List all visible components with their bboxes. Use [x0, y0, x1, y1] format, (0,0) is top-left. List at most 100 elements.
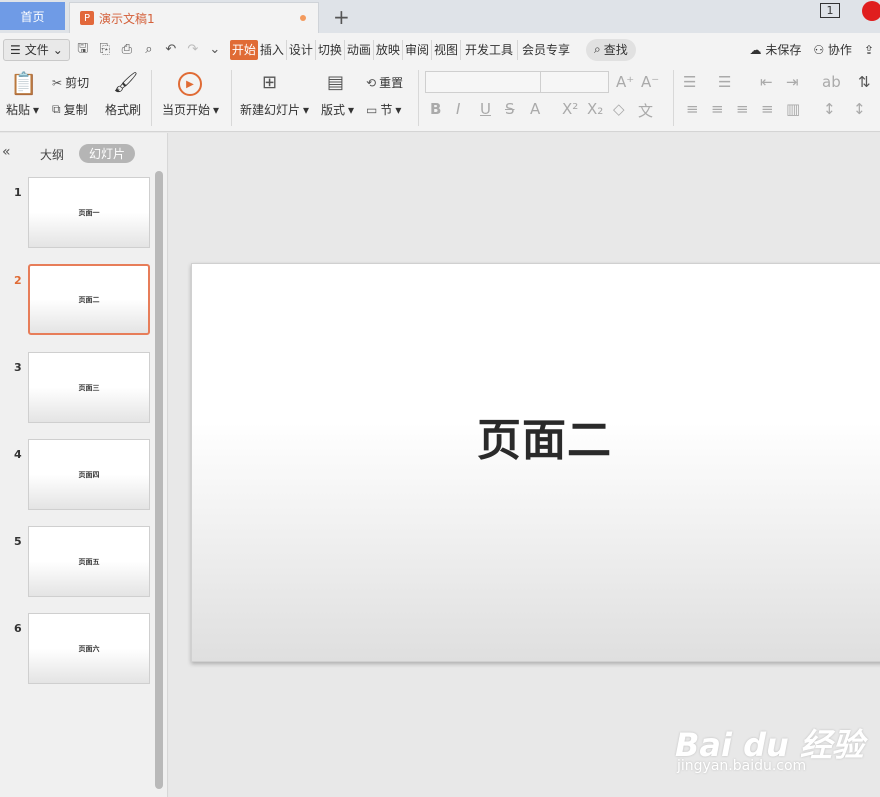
bullet-list-icon[interactable]: ☰ — [683, 73, 696, 91]
undo-icon[interactable]: ↶ — [162, 42, 180, 57]
cut-button[interactable]: ✂ 剪切 — [52, 74, 89, 91]
menu-animations[interactable]: 动画 — [345, 39, 374, 60]
slide-number: 5 — [14, 535, 22, 548]
strikethrough-icon[interactable]: S — [505, 100, 515, 118]
tab-slides[interactable]: 幻灯片 — [79, 144, 135, 163]
play-icon[interactable]: ▶ — [178, 72, 202, 96]
line-spacing-icon[interactable]: ↕ — [823, 100, 836, 118]
editing-canvas: 页面二 — [169, 133, 880, 797]
avatar[interactable] — [862, 1, 880, 21]
tab-outline[interactable]: 大纲 — [40, 146, 64, 163]
new-tab-button[interactable]: + — [333, 5, 350, 29]
format-painter-button[interactable]: 格式刷 — [105, 101, 141, 118]
reset-icon: ⟲ — [366, 75, 377, 90]
slide-title[interactable]: 页面二 — [477, 404, 612, 468]
title-bar: 首页 P 演示文稿1 + 1 — [0, 0, 880, 33]
print-icon[interactable]: ⎙ — [118, 42, 136, 57]
collapse-panel-icon[interactable]: « — [2, 144, 11, 160]
slide-thumbnail[interactable]: 页面四 — [28, 439, 150, 510]
subscript-icon[interactable]: X₂ — [587, 100, 603, 118]
distribute-icon[interactable]: ▥ — [786, 100, 800, 118]
brush-icon[interactable]: 🖌 — [113, 70, 138, 94]
new-slide-icon[interactable]: ⊞ — [262, 72, 277, 93]
play-current-button[interactable]: 当页开始 ▾ — [162, 101, 219, 118]
slide-thumbnail[interactable]: 页面三 — [28, 352, 150, 423]
save-icon[interactable]: 🖫 — [74, 39, 92, 61]
menu-transitions[interactable]: 切换 — [316, 39, 345, 60]
superscript-icon[interactable]: X² — [562, 100, 578, 118]
slide-number: 1 — [14, 186, 22, 199]
section-button[interactable]: ▭ 节 ▾ — [366, 101, 401, 118]
tab-document[interactable]: P 演示文稿1 — [69, 2, 319, 33]
customize-toolbar-icon[interactable]: ⌄ — [206, 42, 224, 57]
reset-label: 重置 — [379, 76, 404, 90]
unsaved-status[interactable]: ☁ 未保存 — [749, 41, 801, 58]
phonetic-icon[interactable]: 文 — [638, 100, 653, 121]
menu-developer[interactable]: 开发工具 — [461, 39, 518, 60]
print-preview-icon[interactable]: ⌕ — [140, 42, 158, 57]
unsaved-dot-icon — [300, 15, 306, 21]
menu-member[interactable]: 会员专享 — [518, 40, 574, 60]
tab-home[interactable]: 首页 — [0, 2, 65, 30]
layout-label: 版式 — [321, 103, 346, 117]
reset-button[interactable]: ⟲ 重置 — [366, 74, 403, 91]
menu-bar: ☰ 文件 ⌄ 🖫 ⎘ ⎙ ⌕ ↶ ↷ ⌄ 开始 插入 设计 切换 动画 放映 审… — [0, 33, 880, 66]
font-color-icon[interactable]: A — [530, 100, 540, 118]
font-family-select[interactable] — [425, 71, 541, 93]
text-direction-icon[interactable]: ab — [822, 73, 841, 91]
chevron-down-icon: ▾ — [395, 102, 402, 117]
slide-thumbnail-selected[interactable]: 页面二 — [28, 264, 150, 335]
slide-thumbnail-title: 页面一 — [78, 208, 100, 217]
menu-insert[interactable]: 插入 — [258, 39, 287, 60]
menu-review[interactable]: 审阅 — [403, 39, 432, 60]
align-center-icon[interactable]: ≡ — [711, 100, 724, 118]
underline-icon[interactable]: U — [480, 100, 491, 118]
paste-icon[interactable]: 📋 — [10, 72, 37, 97]
menu-view[interactable]: 视图 — [432, 39, 461, 60]
person-icon: ⚇ — [813, 43, 825, 57]
align-left-icon[interactable]: ≡ — [686, 100, 699, 118]
search-button[interactable]: ⌕ 查找 — [586, 38, 636, 61]
numbered-list-icon[interactable]: ☰ — [718, 73, 731, 91]
copy-button[interactable]: ⧉ 复制 — [52, 101, 88, 118]
justify-icon[interactable]: ≡ — [761, 100, 774, 118]
slide-thumbnail[interactable]: 页面六 — [28, 613, 150, 684]
document-title: 演示文稿1 — [99, 11, 155, 26]
sort-icon[interactable]: ⇅ — [858, 73, 871, 91]
slide-panel-scrollbar[interactable] — [155, 171, 163, 789]
file-menu-button[interactable]: ☰ 文件 ⌄ — [3, 38, 70, 61]
outdent-icon[interactable]: ⇤ — [760, 73, 773, 91]
slide-thumbnail[interactable]: 页面一 — [28, 177, 150, 248]
layout-button[interactable]: 版式 ▾ — [321, 101, 354, 118]
bold-icon[interactable]: B — [430, 100, 441, 118]
collaborate-button[interactable]: ⚇ 协作 — [813, 41, 852, 58]
current-slide[interactable]: 页面二 — [191, 263, 880, 662]
layout-icon[interactable]: ▤ — [327, 72, 344, 93]
increase-font-icon[interactable]: A⁺ — [616, 73, 634, 91]
slide-number: 3 — [14, 361, 22, 374]
paragraph-spacing-icon[interactable]: ↕ — [853, 100, 866, 118]
slide-thumbnail-title: 页面三 — [78, 383, 100, 392]
slide-thumbnail-title: 页面六 — [78, 644, 100, 653]
export-icon[interactable]: ⎘ — [96, 42, 114, 57]
redo-icon[interactable]: ↷ — [184, 42, 202, 57]
paste-label: 粘贴 — [6, 103, 31, 117]
eraser-icon[interactable]: ◇ — [613, 100, 625, 118]
italic-icon[interactable]: I — [456, 100, 460, 118]
slide-thumbnail[interactable]: 页面五 — [28, 526, 150, 597]
decrease-font-icon[interactable]: A⁻ — [641, 73, 659, 91]
window-count-badge[interactable]: 1 — [820, 3, 840, 18]
play-current-label: 当页开始 — [162, 103, 211, 117]
font-size-select[interactable] — [541, 71, 609, 93]
indent-icon[interactable]: ⇥ — [786, 73, 799, 91]
menu-slideshow[interactable]: 放映 — [374, 39, 403, 60]
menu-design[interactable]: 设计 — [287, 39, 316, 60]
cloud-icon: ☁ — [749, 43, 762, 57]
new-slide-button[interactable]: 新建幻灯片 ▾ — [240, 101, 309, 118]
share-icon[interactable]: ⇪ — [864, 43, 874, 57]
align-right-icon[interactable]: ≡ — [736, 100, 749, 118]
chevron-down-icon: ▾ — [303, 102, 310, 117]
paste-button[interactable]: 粘贴 ▾ — [6, 101, 39, 118]
menu-home[interactable]: 开始 — [229, 39, 258, 60]
slide-number: 2 — [14, 274, 22, 287]
